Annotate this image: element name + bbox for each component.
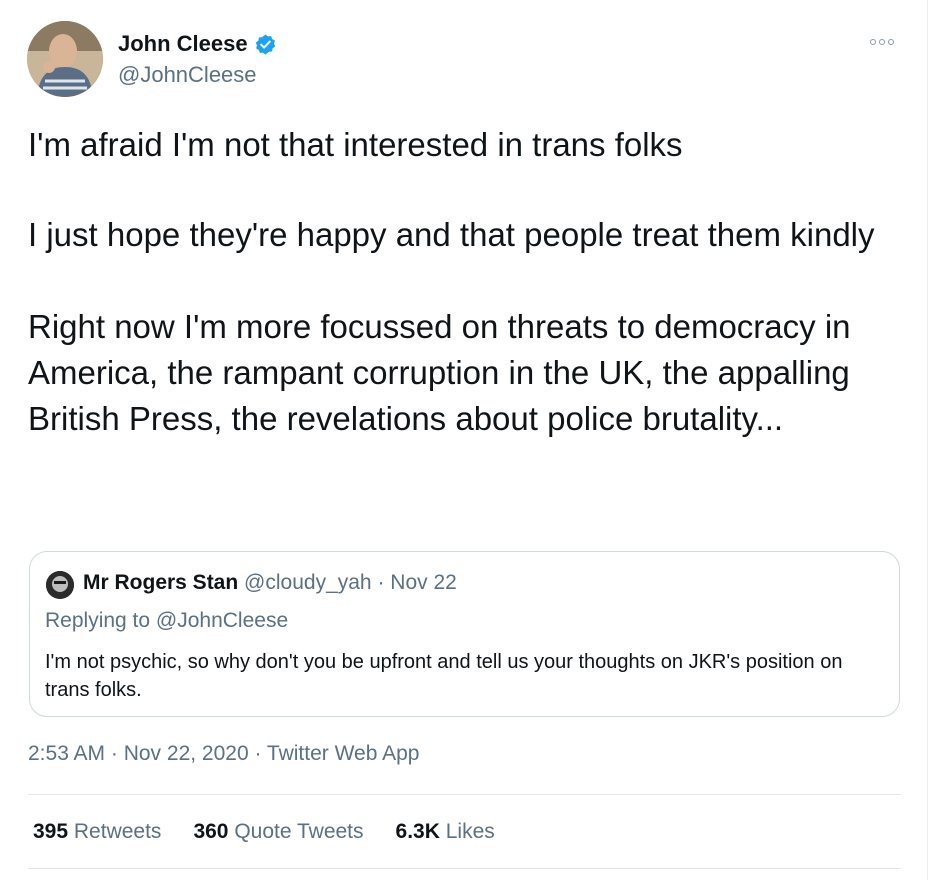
- verified-badge-icon: [255, 33, 275, 55]
- replying-to: Replying to @JohnCleese: [45, 609, 288, 633]
- more-dot: [888, 39, 894, 45]
- quoted-avatar[interactable]: [46, 571, 74, 599]
- tweet-paragraph: I'm afraid I'm not that interested in tr…: [28, 126, 683, 163]
- tweet-card: John Cleese @JohnCleese I'm afraid I'm n…: [0, 0, 928, 880]
- tweet-text: I'm afraid I'm not that interested in tr…: [28, 122, 888, 442]
- retweets-stat[interactable]: 395 Retweets: [33, 820, 161, 844]
- quoted-tweet[interactable]: Mr Rogers Stan @cloudy_yah · Nov 22 Repl…: [29, 551, 900, 717]
- replying-to-handle[interactable]: @JohnCleese: [156, 609, 288, 632]
- quote-tweets-stat[interactable]: 360 Quote Tweets: [193, 820, 363, 844]
- quoted-avatar-photo-icon: [46, 571, 74, 599]
- more-dot: [870, 39, 876, 45]
- quoted-separator: ·: [377, 571, 391, 594]
- quoted-author-handle[interactable]: @cloudy_yah: [244, 571, 372, 594]
- stat-label: Likes: [445, 820, 495, 843]
- author-name-label: John Cleese: [118, 31, 248, 56]
- tweet-stats: 395 Retweets 360 Quote Tweets 6.3K Likes: [33, 820, 495, 844]
- stat-count: 395: [33, 820, 69, 843]
- stat-count: 6.3K: [395, 820, 440, 843]
- author-handle[interactable]: @JohnCleese: [118, 62, 257, 88]
- quoted-header: Mr Rogers Stan @cloudy_yah · Nov 22: [83, 571, 457, 595]
- likes-stat[interactable]: 6.3K Likes: [396, 820, 495, 844]
- divider: [28, 868, 901, 869]
- author-avatar[interactable]: [27, 21, 103, 97]
- replying-to-prefix: Replying to: [45, 609, 151, 632]
- avatar-photo-icon: [27, 21, 103, 97]
- stat-label: Retweets: [73, 820, 162, 843]
- quoted-date[interactable]: Nov 22: [390, 571, 457, 594]
- quoted-text: I'm not psychic, so why don't you be upf…: [45, 651, 843, 701]
- quoted-author-name[interactable]: Mr Rogers Stan: [83, 571, 238, 594]
- more-options-icon[interactable]: [870, 34, 902, 50]
- author-name[interactable]: John Cleese: [118, 31, 277, 57]
- more-dot: [879, 39, 885, 45]
- stat-label: Quote Tweets: [234, 820, 364, 843]
- tweet-paragraph: I just hope they're happy and that peopl…: [28, 216, 875, 253]
- tweet-timestamp[interactable]: 2:53 AM · Nov 22, 2020 · Twitter Web App: [28, 742, 419, 766]
- tweet-paragraph: Right now I'm more focussed on threats t…: [28, 308, 851, 437]
- divider: [28, 794, 901, 795]
- stat-count: 360: [193, 820, 229, 843]
